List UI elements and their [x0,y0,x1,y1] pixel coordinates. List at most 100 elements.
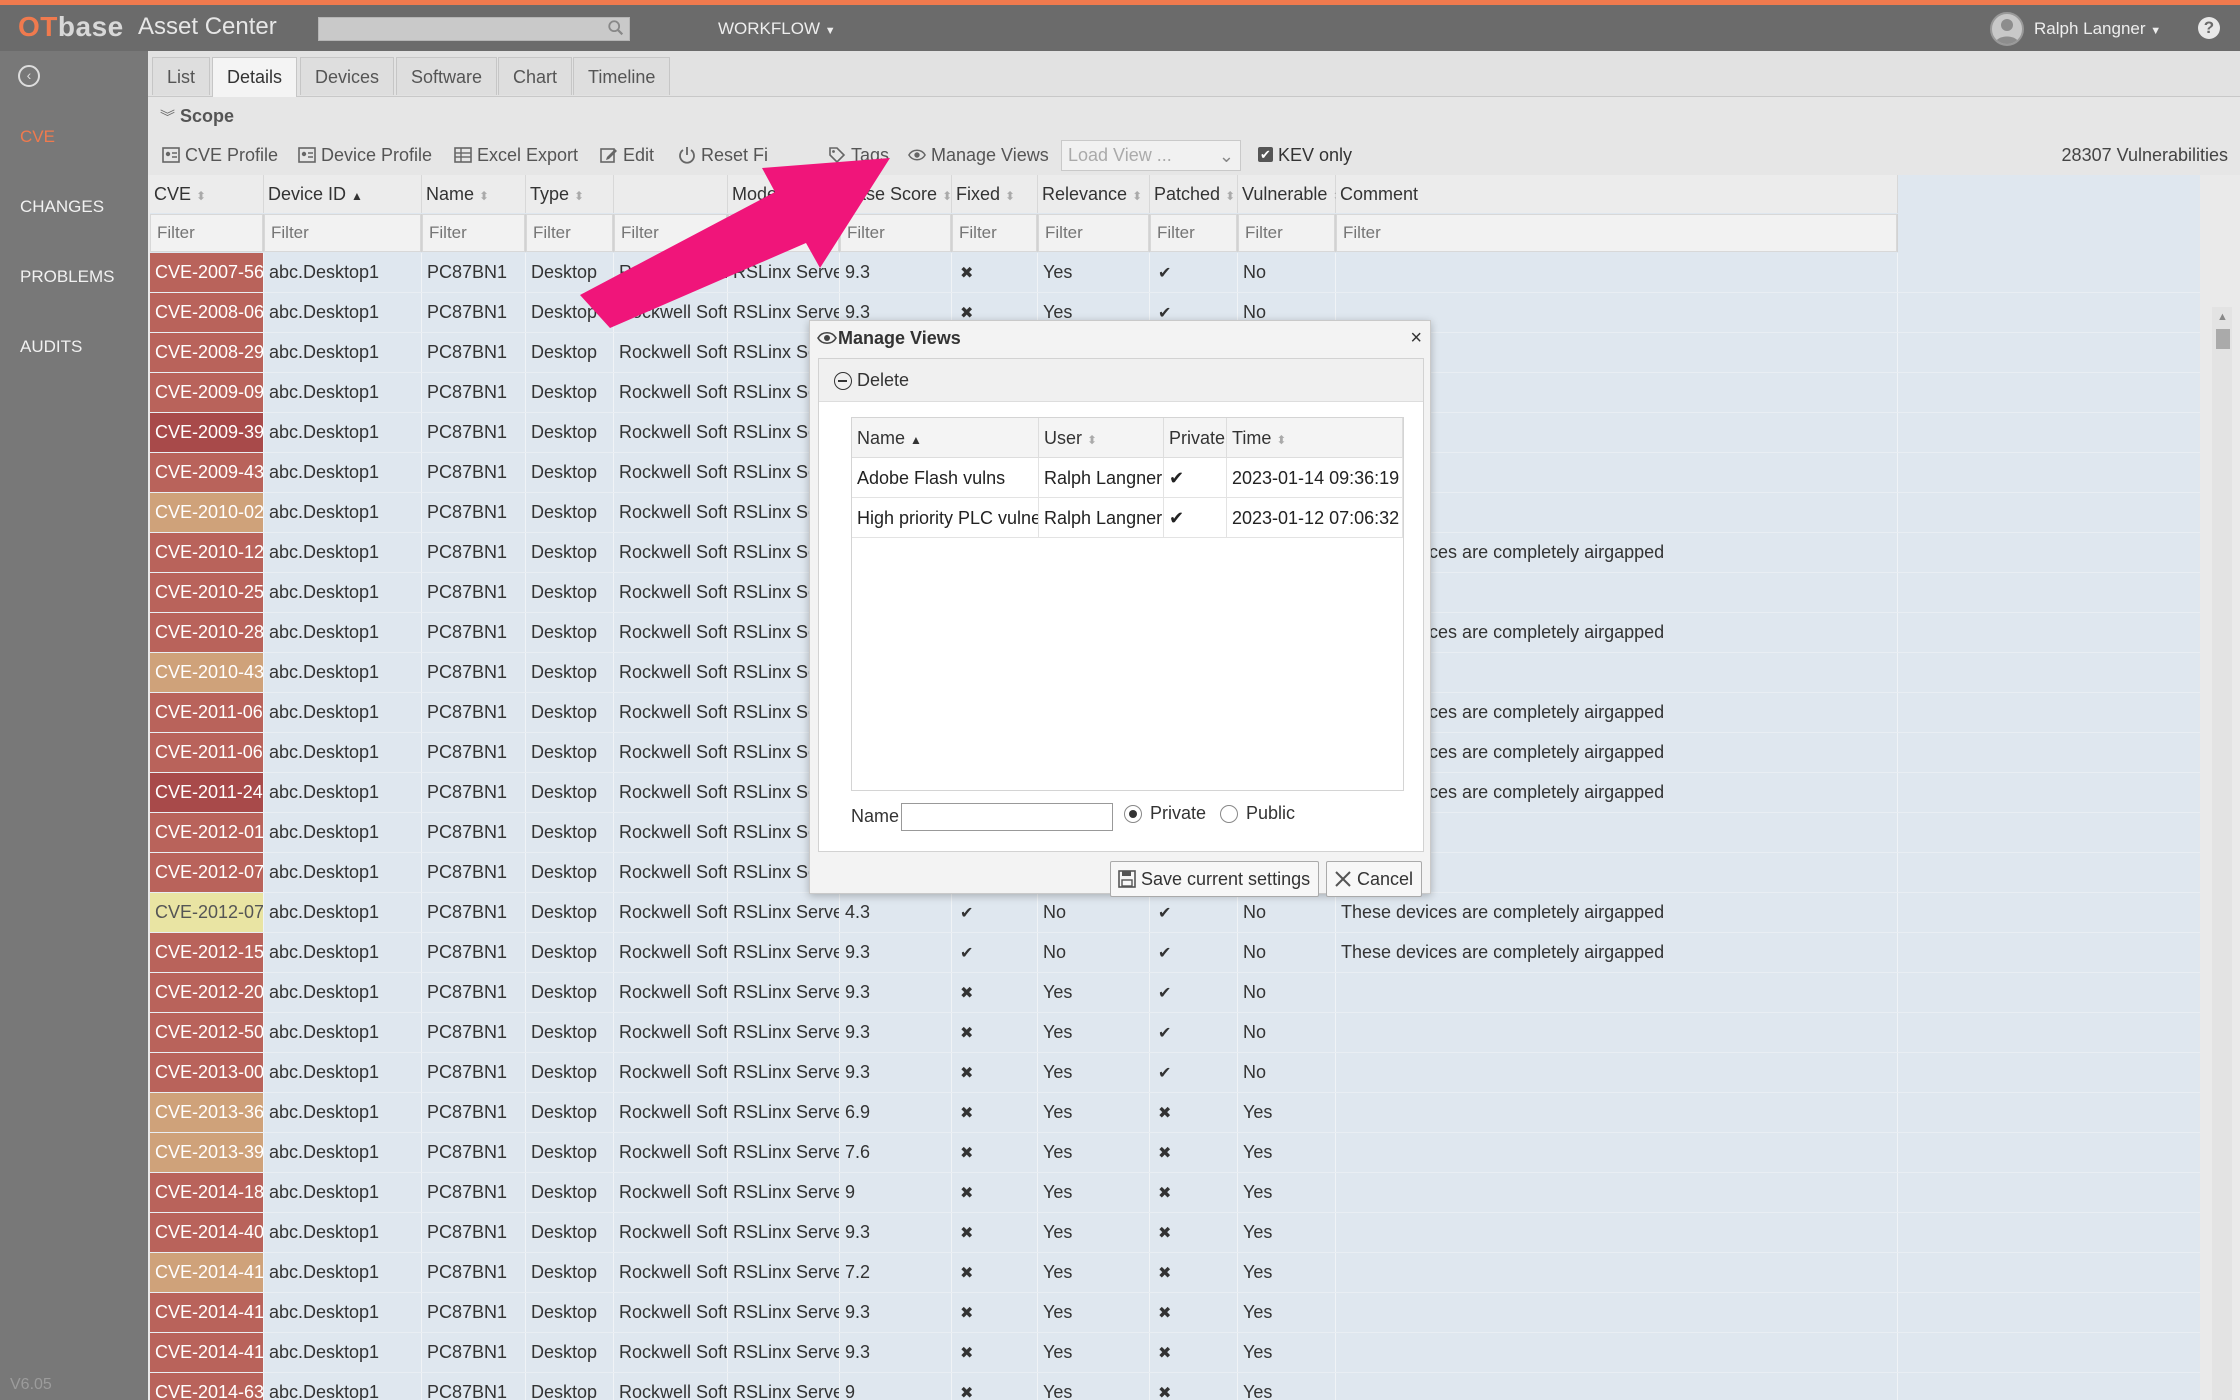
close-icon[interactable]: × [1410,327,1422,350]
column-header-view-name[interactable]: Name ▲ [852,418,1039,458]
column-header-view-time[interactable]: Time ⬍ [1227,418,1403,458]
cross-icon: ✖ [1158,1225,1172,1242]
patched-cell: ✖ [1150,1333,1238,1372]
chevron-double-down-icon: ︾ [160,109,176,126]
save-current-settings-button[interactable]: Save current settings [1110,861,1320,897]
device-id-cell: abc.Desktop1 [264,293,422,332]
scrollbar-thumb[interactable] [2216,329,2230,349]
device-id-cell: abc.Desktop1 [264,1013,422,1052]
table-row[interactable]: CVE-2012-1535abc.Desktop1PC87BN1DesktopR… [150,933,2200,973]
table-row[interactable]: CVE-2014-6324abc.Desktop1PC87BN1DesktopR… [150,1373,2200,1400]
user-menu[interactable]: Ralph Langner ▼ [2034,19,2161,39]
column-header-relevance[interactable]: Relevance ⬍ [1038,175,1150,213]
base-score-cell: 9 [840,1373,952,1400]
table-row[interactable]: CVE-2013-3660abc.Desktop1PC87BN1DesktopR… [150,1093,2200,1133]
cancel-button[interactable]: Cancel [1326,861,1423,897]
cve-filter-input[interactable] [150,214,263,252]
sidebar-item-problems[interactable]: PROBLEMS [20,267,114,287]
back-icon[interactable]: ‹ [18,65,40,87]
model-cell: RSLinx Server [728,1173,840,1212]
table-row[interactable]: CVE-2013-0074abc.Desktop1PC87BN1DesktopR… [150,1053,2200,1093]
sidebar-item-changes[interactable]: CHANGES [20,197,104,217]
name-cell: PC87BN1 [422,813,526,852]
public-radio[interactable] [1220,805,1238,823]
type-cell: Desktop [526,653,614,692]
cross-icon: ✖ [960,1265,974,1282]
view-tabs: List Details Devices Software Chart Time… [148,51,2240,97]
tab-software[interactable]: Software [396,57,498,95]
table-row[interactable]: CVE-2014-1812abc.Desktop1PC87BN1DesktopR… [150,1173,2200,1213]
eye-icon [817,331,837,345]
comment-cell [1336,973,1898,1012]
vulnerable-cell: No [1238,973,1336,1012]
manage-views-button[interactable]: Manage Views [908,145,1049,166]
tab-list[interactable]: List [152,57,211,95]
fixed-filter-input[interactable] [952,214,1037,252]
sidebar-item-audits[interactable]: AUDITS [20,337,82,357]
column-header-comment[interactable]: Comment [1336,175,1898,213]
table-row[interactable]: CVE-2014-4113abc.Desktop1PC87BN1DesktopR… [150,1253,2200,1293]
check-icon: ✔ [1158,945,1172,962]
tab-chart[interactable]: Chart [498,57,573,95]
device-id-cell: abc.Desktop1 [264,1093,422,1132]
device-id-cell: abc.Desktop1 [264,933,422,972]
excel-export-button[interactable]: Excel Export [454,145,578,166]
table-row[interactable]: CVE-2014-4077abc.Desktop1PC87BN1DesktopR… [150,1213,2200,1253]
workflow-menu[interactable]: WORKFLOW ▼ [718,19,836,39]
tab-devices[interactable]: Devices [300,57,395,95]
column-header-view-user[interactable]: User ⬍ [1039,418,1164,458]
view-name-input[interactable] [901,803,1113,831]
table-row[interactable]: CVE-2012-2034abc.Desktop1PC87BN1DesktopR… [150,973,2200,1013]
vendor-cell: Rockwell Software, [614,1213,728,1252]
device-id-filter-input[interactable] [264,214,421,252]
name-cell: PC87BN1 [422,733,526,772]
cve-profile-button[interactable]: CVE Profile [162,145,278,166]
cancel-icon [1335,871,1351,887]
name-filter-input[interactable] [422,214,525,252]
vulnerable-filter-input[interactable] [1238,214,1335,252]
column-header-vulnerable[interactable]: Vulnerable ⬍ [1238,175,1342,213]
device-profile-button[interactable]: Device Profile [298,145,432,166]
saved-views-table: Name ▲ User ⬍ Private Time ⬍ Adobe Flash… [851,417,1404,791]
tab-details[interactable]: Details [212,57,298,97]
table-row[interactable]: CVE-2013-3900abc.Desktop1PC87BN1DesktopR… [150,1133,2200,1173]
column-header-cve[interactable]: CVE ⬍ [150,175,264,213]
scope-bar[interactable]: ︾ Scope [148,97,2240,137]
scroll-up-icon[interactable]: ▲ [2217,311,2228,323]
avatar[interactable] [1990,12,2024,46]
table-row[interactable]: CVE-2007-5659abc.Desktop1PC87BN1DesktopR… [150,253,2200,293]
base-score-cell: 7.6 [840,1133,952,1172]
search-input[interactable] [318,17,630,41]
patched-filter-input[interactable] [1150,214,1237,252]
device-id-cell: abc.Desktop1 [264,693,422,732]
sidebar-item-cve[interactable]: CVE [20,127,55,147]
column-header-name[interactable]: Name ⬍ [422,175,526,213]
app-logo[interactable]: OTbase [18,11,124,43]
private-radio[interactable] [1124,805,1142,823]
kev-only-checkbox[interactable]: ✔ [1258,147,1273,162]
scrollbar[interactable] [2212,307,2232,1400]
name-cell: PC87BN1 [422,933,526,972]
delete-view-button[interactable]: Delete [819,359,1423,402]
load-view-select[interactable]: Load View ... ⌄ [1061,140,1241,171]
vulnerable-cell: No [1238,933,1336,972]
vendor-cell: Rockwell Software, [614,653,728,692]
table-row[interactable]: CVE-2012-5054abc.Desktop1PC87BN1DesktopR… [150,1013,2200,1053]
table-row[interactable]: CVE-2014-4114abc.Desktop1PC87BN1DesktopR… [150,1293,2200,1333]
vulnerable-cell: No [1238,1013,1336,1052]
tab-timeline[interactable]: Timeline [573,57,671,95]
column-header-device-id[interactable]: Device ID ▲ [264,175,422,213]
relevance-filter-input[interactable] [1038,214,1149,252]
column-header-view-private[interactable]: Private [1164,418,1227,458]
name-cell: PC87BN1 [422,773,526,812]
help-icon[interactable]: ? [2198,17,2220,39]
cve-cell: CVE-2011-2462 [150,773,264,812]
table-row[interactable]: CVE-2014-4148abc.Desktop1PC87BN1DesktopR… [150,1333,2200,1373]
name-cell: PC87BN1 [422,1293,526,1332]
comment-filter-input[interactable] [1336,214,1897,252]
sidebar: ‹ CVE CHANGES PROBLEMS AUDITS V6.05 [0,51,148,1400]
column-header-fixed[interactable]: Fixed ⬍ [952,175,1038,213]
table-row[interactable]: CVE-2012-0767abc.Desktop1PC87BN1DesktopR… [150,893,2200,933]
view-time-cell: 2023-01-12 07:06:32 [1227,498,1403,538]
column-header-patched[interactable]: Patched ⬍ [1150,175,1238,213]
